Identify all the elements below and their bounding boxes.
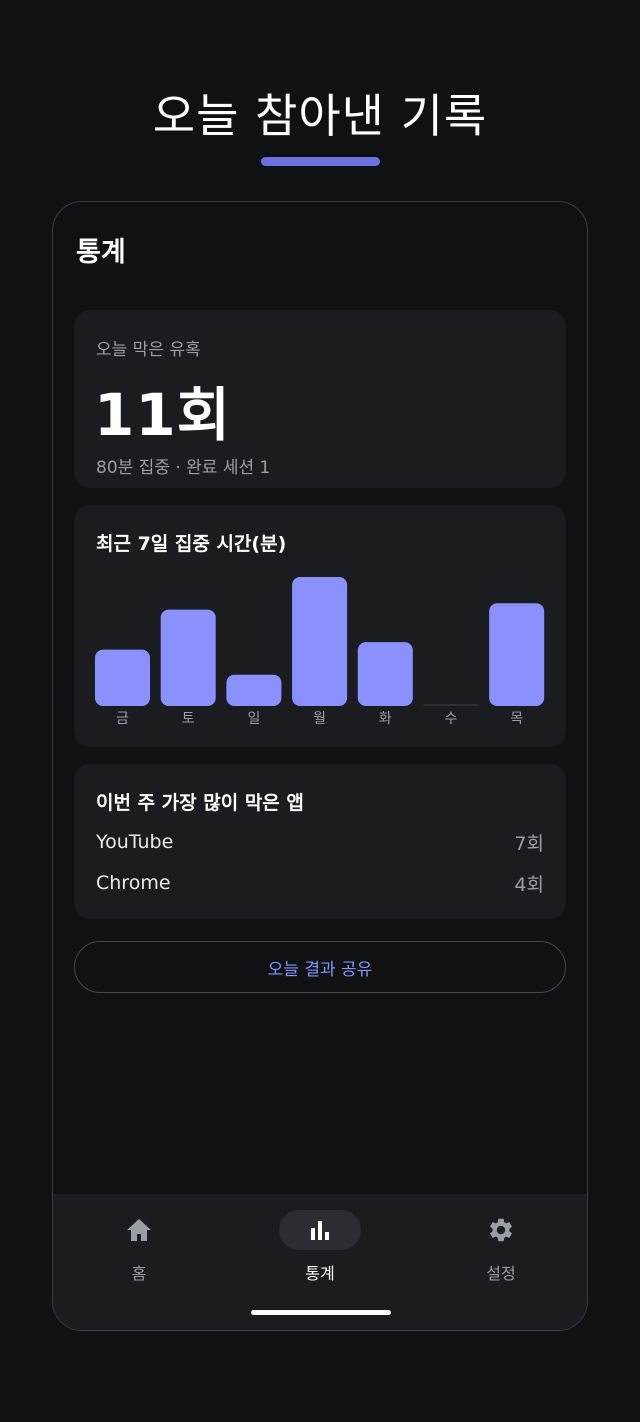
- chart-tick-label: 수: [445, 711, 458, 727]
- gear-icon: [490, 1218, 512, 1242]
- chart-bar: [489, 603, 545, 706]
- chart-bar: [160, 609, 216, 706]
- chart-tick-label: 토: [182, 711, 195, 727]
- bottom-nav: 홈 통계 설정: [53, 1194, 587, 1330]
- home-icon: [127, 1219, 151, 1241]
- nav-item-home[interactable]: 홈: [79, 1210, 199, 1290]
- blocked-label: 오늘 막은 유혹: [96, 340, 201, 360]
- nav-label-home: 홈: [131, 1264, 147, 1283]
- blocked-count: 11회: [94, 381, 232, 449]
- app-row: YouTube 7회: [96, 827, 544, 857]
- app-count: 7회: [514, 832, 544, 855]
- focus-chart: 금토일월화수목: [95, 577, 545, 727]
- share-result-button[interactable]: 오늘 결과 공유: [74, 941, 566, 993]
- top-apps-card: 이번 주 가장 많이 막은 앱 YouTube 7회 Chrome 4회: [74, 764, 566, 919]
- chart-bar: [95, 649, 150, 706]
- nav-label-stats: 통계: [305, 1264, 335, 1283]
- chart-tick-label: 일: [247, 711, 260, 727]
- chart-bar: [423, 704, 479, 706]
- nav-label-settings: 설정: [486, 1264, 516, 1283]
- phone-frame: 통계 오늘 막은 유혹 11회 80분 집중 · 완료 세션 1 최근 7일 집…: [52, 201, 588, 1331]
- chart-tick-label: 화: [379, 711, 392, 727]
- nav-icon-wrap: [98, 1210, 180, 1250]
- chart-bar: [357, 642, 413, 706]
- app-count: 4회: [514, 873, 544, 896]
- app-name: Chrome: [96, 872, 171, 894]
- nav-item-stats[interactable]: 통계: [260, 1210, 380, 1290]
- blocked-summary: 80분 집중 · 완료 세션 1: [96, 458, 271, 478]
- chart-bar: [226, 674, 282, 706]
- hero-underline: [261, 157, 380, 166]
- nav-icon-wrap: [279, 1210, 361, 1250]
- page-title: 통계: [76, 237, 126, 268]
- top-apps-title: 이번 주 가장 많이 막은 앱: [96, 792, 304, 814]
- home-indicator: [251, 1310, 391, 1315]
- chart-tick-label: 월: [313, 711, 326, 727]
- focus-chart-card: 최근 7일 집중 시간(분) 금토일월화수목: [74, 505, 566, 747]
- nav-item-settings[interactable]: 설정: [441, 1210, 561, 1290]
- chart-tick-label: 목: [510, 711, 523, 727]
- hero-title: 오늘 참아낸 기록: [152, 89, 488, 143]
- chart-tick-label: 금: [116, 711, 129, 727]
- chart-bar: [292, 577, 348, 706]
- app-row: Chrome 4회: [96, 868, 544, 898]
- app-name: YouTube: [96, 831, 174, 853]
- nav-icon-wrap: [460, 1210, 542, 1250]
- bar-chart-icon: [311, 1221, 329, 1240]
- blocked-card: 오늘 막은 유혹 11회 80분 집중 · 완료 세션 1: [74, 310, 566, 488]
